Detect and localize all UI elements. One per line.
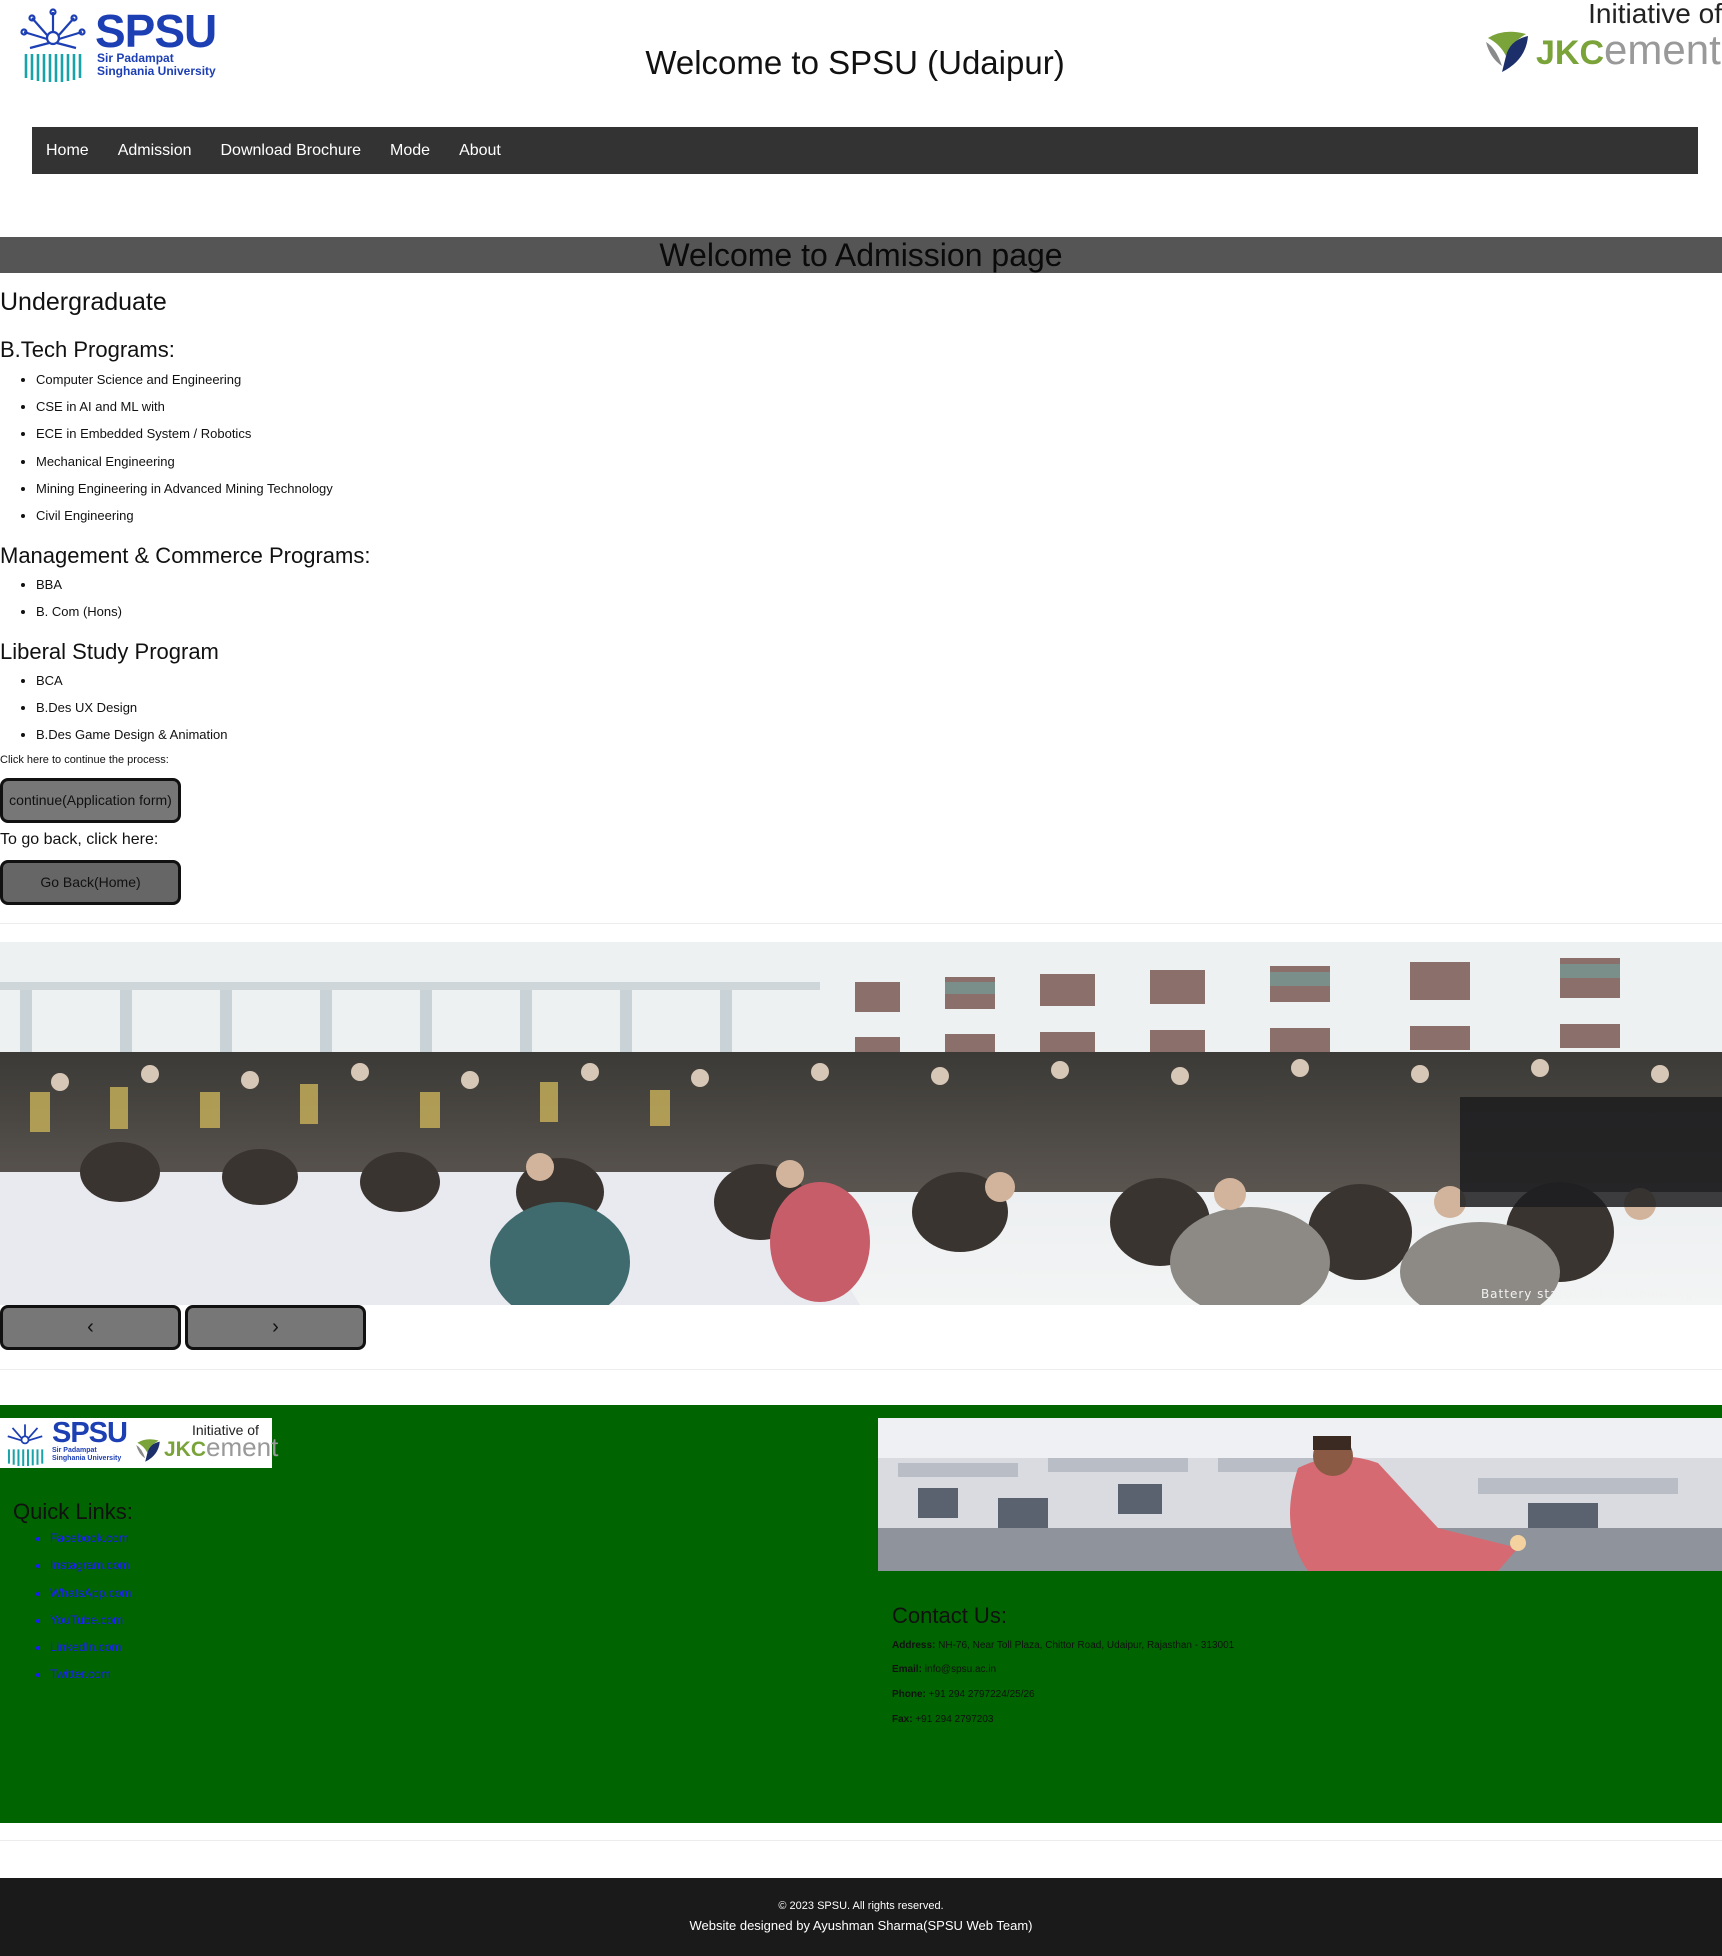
lab-image [878, 1418, 1722, 1571]
spsu-logo[interactable]: SPSU Sir Padampat Singhania University [16, 5, 217, 84]
footer-logo-subtitle: Sir Padampat Singhania University [52, 1447, 121, 1463]
footer-subtitle-line-2: Singhania University [52, 1455, 122, 1462]
nav-download-brochure[interactable]: Download Brochure [221, 142, 362, 160]
jk-c-letter: C [190, 1438, 207, 1461]
nav-home[interactable]: Home [46, 142, 89, 160]
quick-link-linkedin[interactable]: LinkedIn.com [50, 1640, 121, 1654]
spsu-wordmark: SPSU [95, 5, 217, 57]
main-navbar: Home Admission Download Brochure Mode Ab… [32, 127, 1698, 174]
footer-subtitle-line-1: Sir Padampat [52, 1447, 97, 1454]
email-label: Email: [892, 1664, 923, 1675]
copyright-bar: © 2023 SPSU. All rights reserved. Websit… [0, 1878, 1722, 1956]
nav-about[interactable]: About [459, 142, 501, 160]
fax-label: Fax: [892, 1714, 913, 1725]
site-header: SPSU Sir Padampat Singhania University W… [0, 0, 1722, 125]
list-item: B. Com (Hons) [36, 603, 122, 630]
spsu-emblem-icon [7, 1424, 44, 1466]
jk-cement-wordmark: JKCement [1536, 26, 1721, 74]
site-footer: SPSU Sir Padampat Singhania University I… [0, 1405, 1722, 1823]
campus-convocation-photo: Battery status: 66% remaining [0, 942, 1722, 1305]
admission-banner: Welcome to Admission page [0, 237, 1722, 273]
phone-label: Phone: [892, 1689, 926, 1700]
list-item: Civil Engineering [36, 507, 333, 534]
site-title: Welcome to SPSU (Udaipur) [645, 44, 1065, 81]
list-item: BCA [36, 672, 227, 699]
quick-link-twitter[interactable]: Twitter.com [50, 1667, 111, 1681]
designer-credit: Website designed by Ayushman Sharma(SPSU… [689, 1918, 1033, 1933]
lab-photo [878, 1418, 1722, 1571]
footer-spsu-wordmark: SPSU [52, 1417, 128, 1449]
slide-prev-button[interactable]: ‹ [0, 1305, 181, 1350]
liberal-study-heading: Liberal Study Program [0, 639, 219, 664]
list-item: WhatsApp.com [50, 1584, 131, 1611]
phone-value: +91 294 2797224/25/26 [928, 1689, 1035, 1700]
quick-link-facebook[interactable]: Facebook.com [50, 1531, 129, 1545]
liberal-program-list: BCA B.Des UX Design B.Des Game Design & … [36, 672, 227, 754]
divider [0, 923, 1722, 924]
jk-ement-letters: ement [206, 1432, 279, 1462]
contact-phone: Phone: +91 294 2797224/25/26 [892, 1689, 1035, 1700]
jk-leaf-icon [136, 1439, 160, 1462]
list-item: B.Des UX Design [36, 699, 227, 726]
contact-address: Address: NH-76, Near Toll Plaza, Chittor… [892, 1640, 1234, 1651]
list-item: Instagram.com [50, 1556, 131, 1583]
list-item: BBA [36, 576, 122, 603]
list-item: Mining Engineering in Advanced Mining Te… [36, 480, 333, 507]
undergraduate-heading: Undergraduate [0, 288, 167, 316]
address-value: NH-76, Near Toll Plaza, Chittor Road, Ud… [938, 1640, 1235, 1651]
management-heading: Management & Commerce Programs: [0, 543, 371, 568]
footer-jk-wordmark: JKCement [164, 1432, 278, 1463]
contact-fax: Fax: +91 294 2797203 [892, 1714, 993, 1725]
nav-mode[interactable]: Mode [390, 142, 430, 160]
slide-next-button[interactable]: › [185, 1305, 366, 1350]
list-item: Twitter.com [50, 1665, 131, 1692]
btech-heading: B.Tech Programs: [0, 337, 175, 362]
list-item: B.Des Game Design & Animation [36, 726, 227, 753]
footer-logo[interactable]: SPSU Sir Padampat Singhania University I… [0, 1417, 278, 1468]
list-item: Facebook.com [50, 1529, 131, 1556]
jk-letters: JK [1536, 34, 1580, 72]
battery-status-overlay: Battery status: 66% remaining [1480, 1287, 1694, 1301]
jk-ement-letters: ement [1604, 26, 1721, 73]
email-value: info@spsu.ac.in [924, 1664, 997, 1675]
continue-note: Click here to continue the process: [0, 754, 169, 766]
contact-email: Email: info@spsu.ac.in [892, 1664, 996, 1675]
jk-leaf-icon [1486, 31, 1528, 72]
quick-links-title: Quick Links: [13, 1499, 133, 1524]
go-back-home-button[interactable]: Go Back(Home) [0, 860, 181, 905]
spsu-logo-subtitle: Sir Padampat Singhania University [97, 52, 227, 78]
jk-cement-logo[interactable]: JKCement [1482, 24, 1722, 80]
list-item: ECE in Embedded System / Robotics [36, 425, 333, 452]
fax-value: +91 294 2797203 [915, 1714, 994, 1725]
list-item: YouTube.com [50, 1611, 131, 1638]
management-program-list: BBA B. Com (Hons) [36, 576, 122, 630]
nav-admission[interactable]: Admission [118, 142, 192, 160]
convocation-image [0, 942, 1722, 1305]
list-item: LinkedIn.com [50, 1638, 131, 1665]
quick-link-instagram[interactable]: Instagram.com [50, 1558, 129, 1572]
spsu-emblem-icon [20, 8, 86, 82]
copyright-text: © 2023 SPSU. All rights reserved. [778, 1900, 944, 1912]
logo-subtitle-line-2: Singhania University [97, 64, 216, 78]
btech-program-list: Computer Science and Engineering CSE in … [36, 371, 333, 534]
jk-letters: JK [164, 1438, 191, 1461]
divider [0, 1369, 1722, 1370]
list-item: Computer Science and Engineering [36, 371, 333, 398]
quick-links-list: Facebook.com Instagram.com WhatsApp.com … [50, 1529, 131, 1693]
quick-link-youtube[interactable]: YouTube.com [50, 1613, 123, 1627]
go-back-note: To go back, click here: [0, 831, 159, 848]
divider [0, 1840, 1722, 1841]
continue-application-button[interactable]: continue(Application form) [0, 778, 181, 823]
address-label: Address: [892, 1640, 936, 1651]
jk-c-letter: C [1579, 34, 1605, 72]
list-item: CSE in AI and ML with [36, 398, 333, 425]
contact-us-title: Contact Us: [892, 1603, 1007, 1628]
list-item: Mechanical Engineering [36, 453, 333, 480]
quick-link-whatsapp[interactable]: WhatsApp.com [50, 1586, 131, 1600]
